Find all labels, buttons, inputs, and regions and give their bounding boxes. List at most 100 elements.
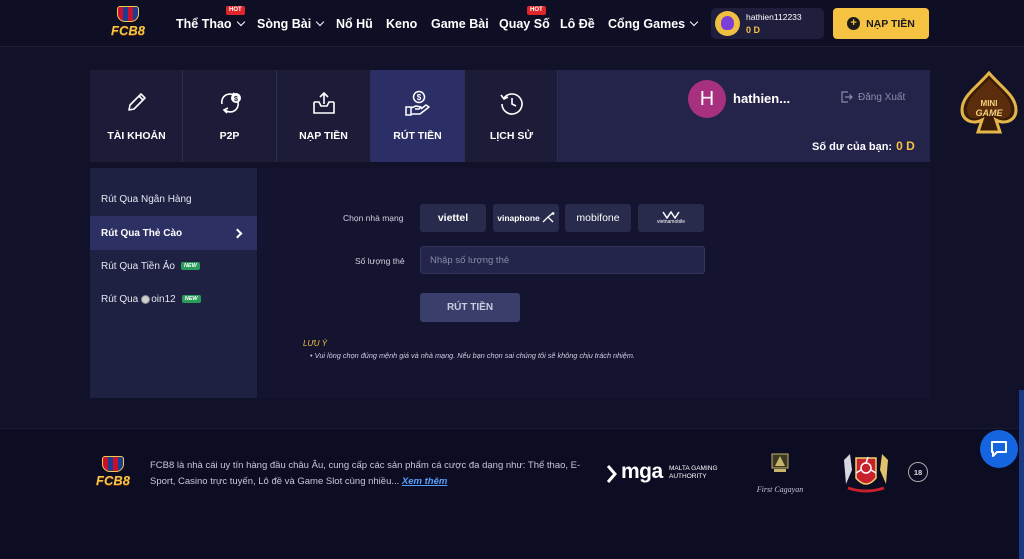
account-tabs-panel: TÀI KHOẢN $ P2P NẠP TIỀN $ RÚT TIỀN LỊCH… <box>90 70 930 162</box>
carrier-mobifone[interactable]: mobifone <box>565 204 631 232</box>
footer-logo-text: FCB8 <box>96 473 130 488</box>
logout-icon <box>841 91 853 103</box>
balance-display: Số dư của bạn: 0 D <box>812 139 915 153</box>
svg-text:$: $ <box>416 93 421 102</box>
first-cagayan-logo: First Cagayan <box>744 452 816 494</box>
mini-game-button[interactable]: MINI GAME <box>956 70 1022 136</box>
nav-label: Keno <box>386 16 418 31</box>
chat-bubble-icon <box>991 441 1007 457</box>
quantity-label: Số lượng thẻ <box>355 256 405 266</box>
header-username: hathien112233 <box>746 12 802 22</box>
mga-logo: mga MALTA GAMING AUTHORITY <box>607 460 727 486</box>
carrier-vinaphone[interactable]: vinaphone <box>493 204 559 232</box>
nav-label: Sòng Bài <box>257 16 312 31</box>
carrier-label: Chọn nhà mạng <box>343 213 404 223</box>
nav-lo-de[interactable]: Lô Đề <box>560 0 595 47</box>
tab-lich-su[interactable]: LỊCH SỬ <box>465 70 558 162</box>
sidebar-item-coin12[interactable]: Rút Qua oin12 NEW <box>90 282 257 316</box>
note-text-body: Vui lòng chọn đúng mệnh giá và nhà mạng.… <box>314 351 635 360</box>
tab-label: LỊCH SỬ <box>489 130 534 142</box>
note-title: LƯU Ý <box>303 339 328 348</box>
card-quantity-input[interactable] <box>420 246 705 274</box>
user-account-box[interactable]: hathien112233 0 D <box>711 8 824 39</box>
footer-logo[interactable]: FCB8 <box>92 454 134 490</box>
plus-icon: + <box>847 17 861 30</box>
nav-label: Thể Thao <box>176 16 232 31</box>
carrier-vietnamobile-logo: vietnamobile <box>656 219 686 225</box>
mini-game-spade-icon: MINI GAME <box>960 70 1018 134</box>
hot-badge: HOT <box>527 6 546 15</box>
new-badge: NEW <box>181 295 201 303</box>
carrier-viettel-logo: viettel <box>437 212 469 224</box>
tab-label: TÀI KHOẢN <box>107 130 166 142</box>
chevron-right-icon <box>232 228 243 238</box>
chevron-down-icon <box>315 17 325 26</box>
nav-song-bai[interactable]: Sòng Bài <box>257 0 325 47</box>
sidebar-item-card[interactable]: Rút Qua Thẻ Cào <box>90 216 257 250</box>
mga-chevron-icon <box>607 465 617 483</box>
chevron-down-icon <box>689 17 699 26</box>
mini-game-line2: GAME <box>976 108 1004 118</box>
site-logo[interactable]: FCB8 <box>106 6 150 40</box>
bullet-icon: • <box>310 351 313 360</box>
nav-no-hu[interactable]: Nổ Hũ <box>336 0 373 47</box>
tab-p2p[interactable]: $ P2P <box>183 70 276 162</box>
carrier-vietnamobile[interactable]: vietnamobile <box>638 204 704 232</box>
profile-avatar: H <box>688 80 726 118</box>
hot-badge: HOT <box>226 6 245 15</box>
isle-of-man-crest <box>838 450 894 496</box>
pencil-icon <box>127 93 146 111</box>
nav-label: Quay Số <box>499 16 550 31</box>
coin12-label: oin12 <box>151 293 176 305</box>
nav-keno[interactable]: Keno <box>386 0 417 47</box>
carrier-viettel[interactable]: viettel <box>420 204 486 232</box>
nav-label: Nổ Hũ <box>336 16 373 31</box>
age-18-badge: 18 <box>908 462 928 482</box>
logo-shield-icon <box>102 456 124 472</box>
nav-label: Lô Đề <box>560 16 595 31</box>
top-header: FCB8 Thể Thao HOT Sòng Bài Nổ Hũ Keno Ga… <box>0 0 1024 47</box>
balance-label: Số dư của bạn: <box>812 141 893 153</box>
tab-nap-tien[interactable]: NẠP TIỀN <box>277 70 370 162</box>
cagayan-crest-icon <box>771 453 789 472</box>
logout-button[interactable]: Đăng Xuất <box>841 91 905 103</box>
tab-label: P2P <box>219 130 240 142</box>
sidebar-item-bank[interactable]: Rút Qua Ngân Hàng <box>90 182 257 216</box>
tab-label: NẠP TIỀN <box>299 130 348 142</box>
avatar <box>715 11 740 36</box>
nav-label: Game Bài <box>431 16 489 31</box>
footer-description: FCB8 là nhà cái uy tín hàng đầu châu Âu,… <box>150 458 590 489</box>
sidebar-item-label: Rút Qua <box>101 293 139 305</box>
header-balance: 0 D <box>746 25 761 35</box>
new-badge: NEW <box>180 262 200 270</box>
tab-tai-khoan[interactable]: TÀI KHOẢN <box>90 70 183 162</box>
hand-coin-icon: $ <box>404 90 430 116</box>
vinaphone-mark-icon <box>542 212 555 223</box>
sidebar-item-label: Rút Qua Tiền Ảo <box>101 260 175 272</box>
tab-rut-tien[interactable]: $ RÚT TIỀN <box>371 70 464 162</box>
sidebar-item-label: Rút Qua Thẻ Cào <box>101 227 183 239</box>
svg-text:$: $ <box>234 96 238 103</box>
sidebar-item-crypto[interactable]: Rút Qua Tiền Ảo NEW <box>90 249 257 283</box>
upload-box-icon <box>312 91 335 114</box>
mga-logo-subtext: MALTA GAMING AUTHORITY <box>669 465 718 480</box>
footer-description-text: FCB8 là nhà cái uy tín hàng đầu châu Âu,… <box>150 460 581 487</box>
note-text: • Vui lòng chọn đúng mệnh giá và nhà mạn… <box>310 351 635 360</box>
chat-button[interactable] <box>980 430 1018 468</box>
nav-game-bai[interactable]: Game Bài <box>431 0 489 47</box>
balance-value: 0 D <box>896 139 915 153</box>
read-more-link[interactable]: Xem thêm <box>402 476 447 487</box>
withdraw-form-area <box>258 168 930 398</box>
isle-of-man-crest-icon <box>844 454 888 493</box>
deposit-button[interactable]: + NẠP TIỀN <box>833 8 929 39</box>
p2p-exchange-icon: $ <box>220 92 241 114</box>
deposit-button-label: NẠP TIỀN <box>866 17 915 30</box>
nav-label: Cổng Games <box>608 16 686 31</box>
withdraw-submit-button[interactable]: RÚT TIỀN <box>420 293 520 322</box>
nav-cong-games[interactable]: Cổng Games <box>608 0 699 47</box>
mga-logo-text: mga <box>621 460 663 483</box>
sidebar-item-label: Rút Qua Ngân Hàng <box>101 193 192 205</box>
coin12-icon <box>141 294 151 304</box>
chevron-down-icon <box>236 17 245 26</box>
withdraw-method-sidebar: Rút Qua Ngân Hàng Rút Qua Thẻ Cào Rút Qu… <box>90 168 257 398</box>
